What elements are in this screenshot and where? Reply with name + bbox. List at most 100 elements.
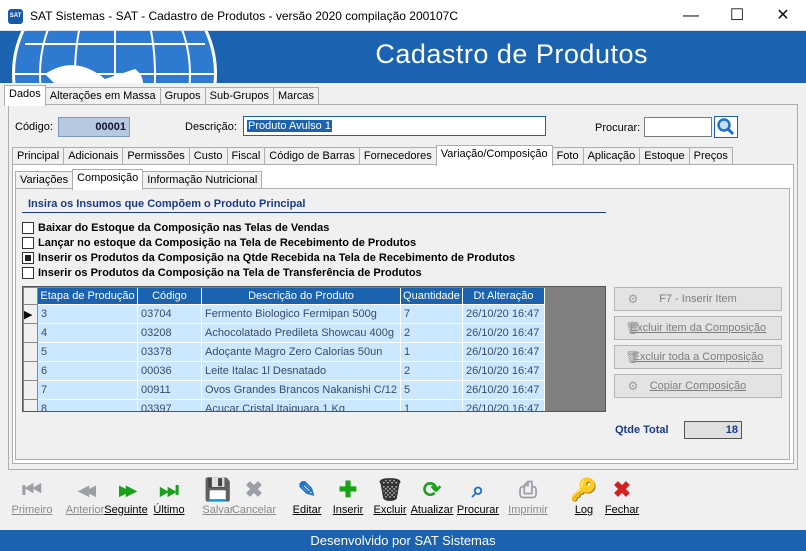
table-row[interactable]: ▶ 3 03704 Fermento Biologico Fermipan 500g 7… [23,304,545,324]
excluir-item-button[interactable]: 🗑 Excluir item da Composição [614,316,782,340]
button-label: Copiar Composição [649,380,747,392]
col-etapa[interactable]: Etapa de Produção [37,287,138,305]
table-row[interactable]: 4 03208 Achocolatado Predileta Showcau 400… [23,323,545,343]
checkbox-2[interactable] [22,252,34,265]
cell-quantidade[interactable]: 1 [400,399,463,411]
maximize-button[interactable]: ☐ [714,0,760,31]
checkbox-lancar-estoque[interactable]: Lançar no estoque da Composição na Tela … [22,236,515,251]
cell-dt-alteracao[interactable]: 26/10/20 16:47 [462,342,545,362]
toolbar-label: Excluir [373,504,407,516]
checkbox-label: Inserir os Produtos da Composição na Tel… [38,267,422,279]
cell-codigo[interactable]: 00911 [137,380,202,400]
codigo-field[interactable]: 00001 [58,117,130,137]
cell-etapa[interactable]: 7 [37,380,138,400]
descricao-field[interactable]: Produto Avulso 1 [243,116,546,136]
inner-tabs: Variações Composição Informação Nutriciona… [15,169,263,190]
cell-dt-alteracao[interactable]: 26/10/20 16:47 [462,380,545,400]
table-row[interactable]: 8 03397 Açucar Cristal Itaiquara 1 Kg 1 26/1… [23,399,545,411]
cell-etapa[interactable]: 5 [37,342,138,362]
checkbox-3[interactable] [22,267,34,280]
cell-quantidade[interactable]: 7 [400,304,463,324]
excluir-button[interactable]: 🗑 Excluir [366,476,414,521]
main-tabs: Dados Alterações em Massa Grupos Sub-Grupos… [4,85,320,106]
imprimir-button[interactable]: ⎙ Imprimir [504,476,552,521]
col-descricao[interactable]: Descrição do Produto [201,287,401,305]
gears-icon: ⚙ [627,292,639,306]
cell-dt-alteracao[interactable]: 26/10/20 16:47 [462,361,545,381]
cell-codigo[interactable]: 03378 [137,342,202,362]
fechar-button[interactable]: ✖ Fechar [598,476,646,521]
cell-descricao[interactable]: Achocolatado Predileta Showcau 400g [201,323,401,343]
trash-icon: 🗑 [625,321,641,335]
button-label: F7 - Inserir Item [659,293,737,305]
minimize-button[interactable]: — [668,0,714,31]
trash-icon: 🗑 [625,350,641,364]
atualizar-button[interactable]: ⟳ Atualizar [408,476,456,521]
checkbox-baixar-estoque[interactable]: Baixar do Estoque da Composição nas Tela… [22,221,515,236]
cell-codigo[interactable]: 03397 [137,399,202,411]
cell-dt-alteracao[interactable]: 26/10/20 16:47 [462,323,545,343]
cell-etapa[interactable]: 3 [37,304,138,324]
cell-quantidade[interactable]: 2 [400,323,463,343]
search-icon [717,118,735,136]
tab-variacao-composicao[interactable]: Variação/Composição [435,145,553,166]
cell-codigo[interactable]: 00036 [137,361,202,381]
excluir-toda-composicao-button[interactable]: 🗑 Excluir toda a Composição [614,345,782,369]
table-row[interactable]: 5 03378 Adoçante Magro Zero Calorias 50un 1… [23,342,545,362]
cell-codigo[interactable]: 03704 [137,304,202,324]
cell-dt-alteracao[interactable]: 26/10/20 16:47 [462,304,545,324]
cell-descricao[interactable]: Adoçante Magro Zero Calorias 50un [201,342,401,362]
seguinte-button[interactable]: ▶▶ Seguinte [102,476,150,521]
cell-descricao[interactable]: Ovos Grandes Brancos Nakanishi C/12 [201,380,401,400]
checkbox-inserir-qtde-recebida[interactable]: Inserir os Produtos da Composição na Qtd… [22,251,515,266]
toolbar-label: Cancelar [231,504,277,516]
col-quantidade[interactable]: Quantidade [399,287,463,305]
checkbox-1[interactable] [22,237,34,250]
tab-composicao[interactable]: Composição [72,169,144,190]
col-dt-alteracao[interactable]: Dt Alteração [461,287,545,305]
cancelar-button[interactable]: ✖ Cancelar [230,476,278,521]
cell-etapa[interactable]: 6 [37,361,138,381]
grid-header: Etapa de Produção Código Descrição do Pr… [23,287,545,305]
inserir-item-button[interactable]: ⚙ F7 - Inserir Item [614,287,782,311]
current-row-indicator-icon: ▶ [23,304,38,324]
print-icon: ⎙ [519,477,537,502]
toolbar-label: Fechar [604,504,640,516]
cell-etapa[interactable]: 4 [37,323,138,343]
toolbar-label: Primeiro [11,504,53,516]
inserir-button[interactable]: ✚ Inserir [324,476,372,521]
cell-etapa[interactable]: 8 [37,399,138,411]
table-row[interactable]: 7 00911 Ovos Grandes Brancos Nakanishi C/1… [23,380,545,400]
ultimo-button[interactable]: ⏭ Último [145,476,193,521]
cell-descricao[interactable]: Açucar Cristal Itaiquara 1 Kg [201,399,401,411]
tab-dados[interactable]: Dados [4,85,46,106]
toolbar-label: Procurar [456,504,500,516]
primeiro-button[interactable]: ⏮ Primeiro [8,476,56,521]
composicao-grid[interactable]: Etapa de Produção Código Descrição do Pr… [22,286,606,412]
cancel-icon: ✖ [244,477,264,502]
procurar-button[interactable] [714,116,738,138]
section-divider [22,212,606,213]
close-window-button[interactable]: ✕ [760,0,806,31]
cell-quantidade[interactable]: 5 [400,380,463,400]
app-icon: SAT [8,9,23,24]
cell-codigo[interactable]: 03208 [137,323,202,343]
toolbar-label: Último [153,504,185,516]
cell-dt-alteracao[interactable]: 26/10/20 16:47 [462,399,545,411]
checkbox-inserir-transferencia[interactable]: Inserir os Produtos da Composição na Tel… [22,266,515,281]
cell-descricao[interactable]: Fermento Biologico Fermipan 500g [201,304,401,324]
procurar-button[interactable]: ⌕ Procurar [454,476,502,521]
cell-quantidade[interactable]: 1 [400,342,463,362]
checkbox-0[interactable] [22,222,34,235]
col-codigo[interactable]: Código [137,287,202,305]
trash-icon: 🗑 [376,477,404,502]
cell-descricao[interactable]: Leite Italac 1l Desnatado [201,361,401,381]
toolbar-label: Inserir [332,504,364,516]
copiar-composicao-button[interactable]: ⚙ Copiar Composição [614,374,782,398]
cell-quantidade[interactable]: 2 [400,361,463,381]
procurar-input[interactable] [644,117,712,137]
table-row[interactable]: 6 00036 Leite Italac 1l Desnatado 2 26/10/20… [23,361,545,381]
checkbox-label: Inserir os Produtos da Composição na Qtd… [38,252,516,264]
codigo-label: Código: [15,121,53,133]
section-title: Insira os Insumos que Compõem o Produto … [28,198,306,210]
